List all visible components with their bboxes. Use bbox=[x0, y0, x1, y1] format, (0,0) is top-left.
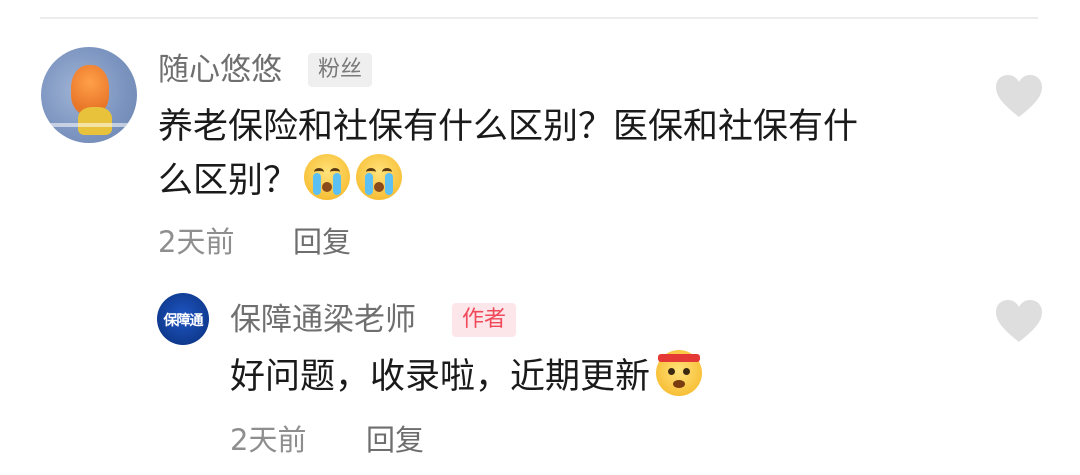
author-badge: 作者 bbox=[452, 303, 517, 337]
author-avatar-text: 保障通 bbox=[163, 313, 204, 329]
crying-face-emoji bbox=[356, 154, 403, 200]
reply-button[interactable]: 回复 bbox=[366, 420, 424, 460]
crying-face-emoji bbox=[304, 154, 351, 200]
like-heart-icon[interactable] bbox=[994, 73, 1044, 119]
commenter-username[interactable]: 随心悠悠 bbox=[158, 50, 282, 90]
comment-text-line2-text: 么区别？ bbox=[158, 161, 299, 201]
reply-text-content: 好问题，收录啦，近期更新 bbox=[230, 357, 651, 397]
fan-badge: 粉丝 bbox=[308, 53, 373, 87]
top-divider bbox=[40, 17, 1038, 19]
reply-timestamp: 2天前 bbox=[230, 423, 307, 457]
commenter-avatar[interactable] bbox=[41, 47, 137, 143]
reply-text: 好问题，收录啦，近期更新 bbox=[230, 350, 703, 404]
like-heart-icon[interactable] bbox=[994, 298, 1044, 344]
angry-headband-face-emoji bbox=[656, 350, 703, 396]
comment-text-line1: 养老保险和社保有什么区别？医保和社保有什 bbox=[158, 107, 859, 147]
comment-text-line2: 么区别？ bbox=[158, 154, 403, 208]
author-avatar[interactable]: 保障通 bbox=[157, 293, 209, 345]
reply-button[interactable]: 回复 bbox=[293, 222, 351, 262]
comment-timestamp: 2天前 bbox=[158, 225, 235, 259]
author-username[interactable]: 保障通梁老师 bbox=[230, 300, 416, 340]
